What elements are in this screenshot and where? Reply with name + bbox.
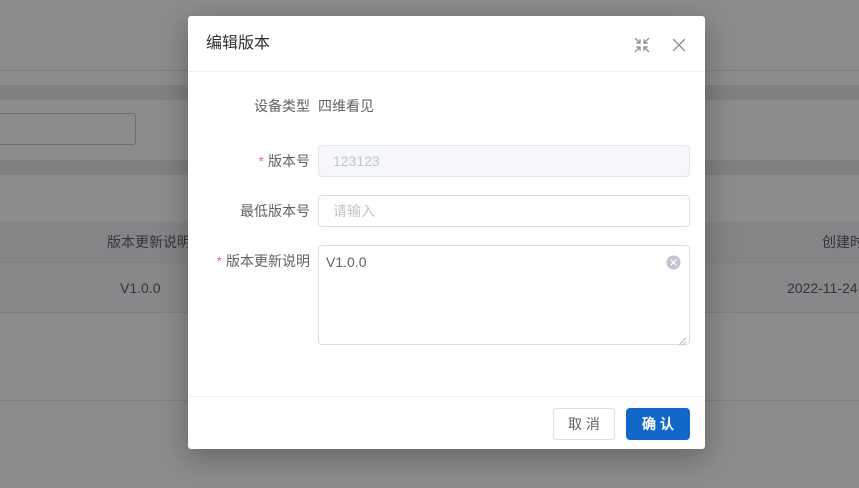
release-notes-label: *版本更新说明 [188, 245, 310, 277]
dialog-title: 编辑版本 [206, 16, 270, 72]
edit-version-dialog: 编辑版本 [188, 16, 705, 449]
form-row-min-version: 最低版本号 [188, 195, 705, 227]
form-row-version: *版本号 [188, 145, 705, 177]
form-row-device-type: 设备类型 四维看见 [188, 90, 705, 122]
dialog-footer: 取 消 确 认 [553, 408, 690, 440]
required-mark: * [259, 153, 264, 169]
dialog-footer-divider [188, 396, 705, 397]
form-row-release-notes: *版本更新说明 V1.0.0 [188, 245, 705, 345]
close-button[interactable] [670, 36, 688, 54]
device-type-label: 设备类型 [188, 90, 310, 122]
release-notes-textarea[interactable]: V1.0.0 [318, 245, 690, 345]
fullscreen-toggle-button[interactable] [633, 36, 651, 54]
min-version-label: 最低版本号 [188, 195, 310, 227]
device-type-value: 四维看见 [318, 90, 374, 122]
page: 版本更新说明 创建时间 V1.0.0 2022-11-24 编辑版本 [0, 0, 859, 488]
dialog-header: 编辑版本 [188, 16, 705, 72]
textarea-resize-handle[interactable] [677, 333, 687, 343]
version-label: *版本号 [188, 145, 310, 177]
clear-release-notes-button[interactable] [665, 254, 681, 270]
compress-icon [634, 37, 650, 53]
clear-circle-icon [666, 255, 681, 270]
min-version-input[interactable] [318, 195, 690, 227]
required-mark: * [217, 253, 222, 269]
close-icon [671, 37, 687, 53]
cancel-button[interactable]: 取 消 [553, 408, 615, 440]
confirm-button[interactable]: 确 认 [626, 408, 690, 440]
version-input [318, 145, 690, 177]
